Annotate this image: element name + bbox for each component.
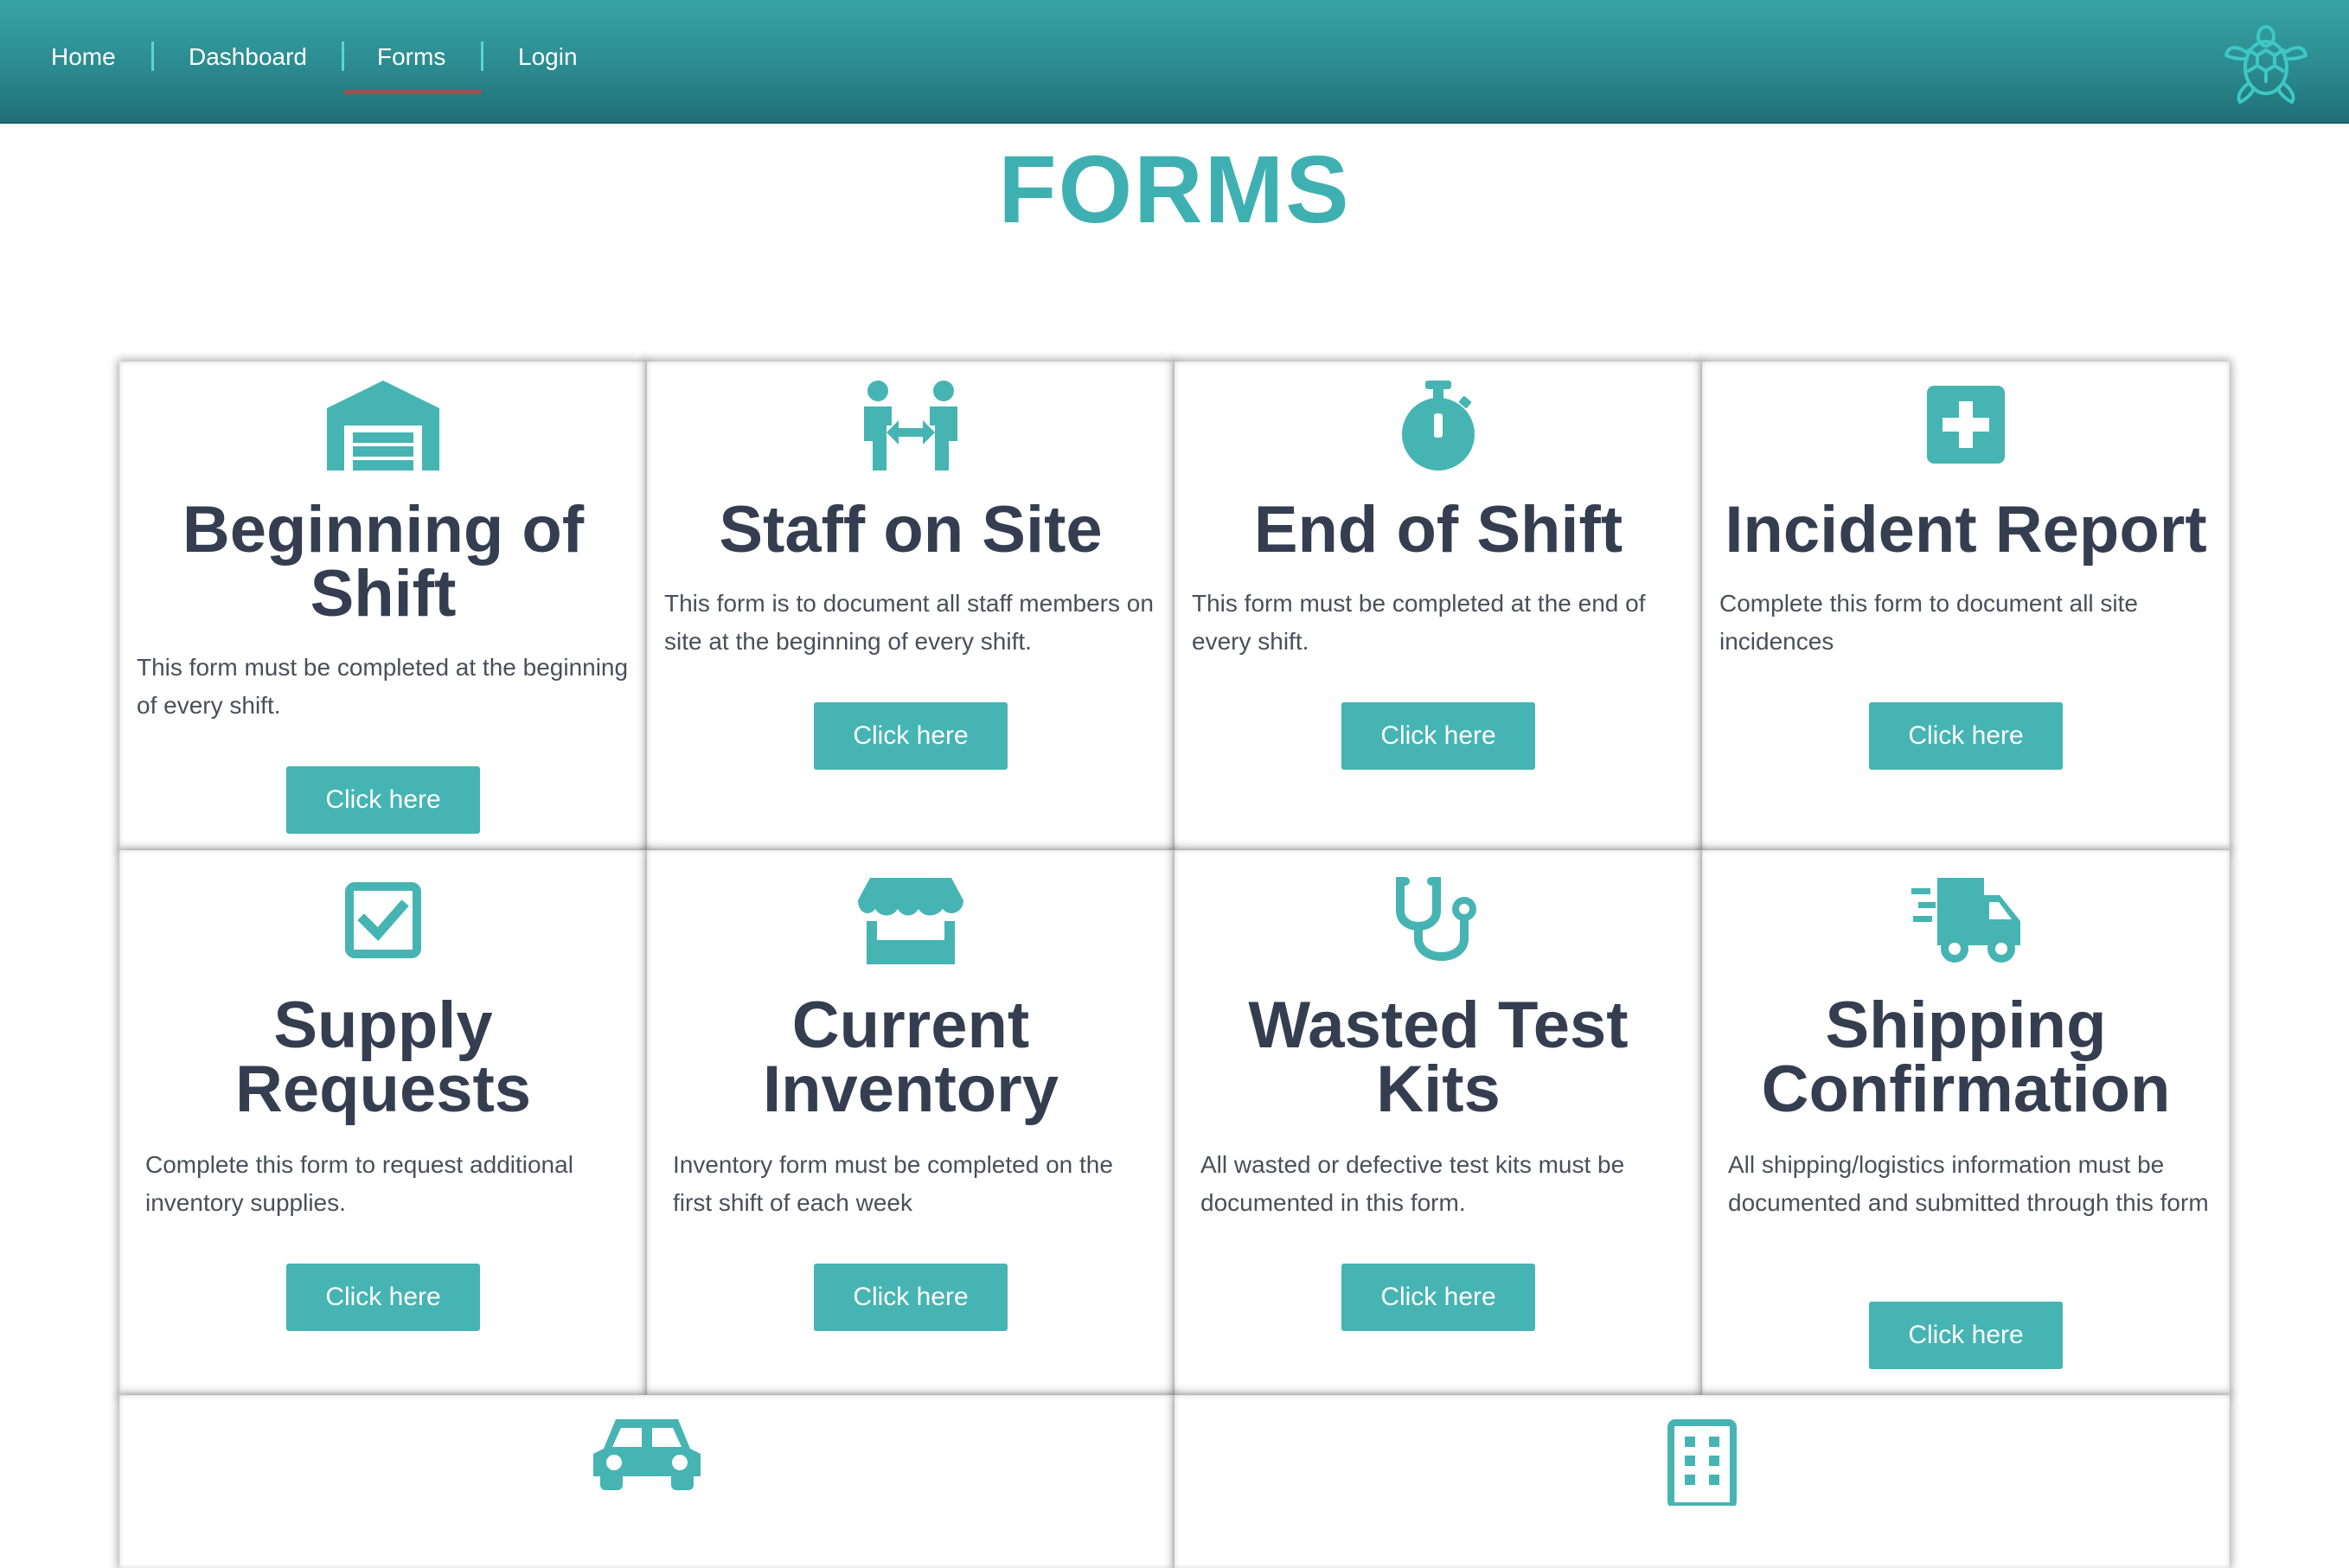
form-card-staff-on-site: Staff on Site This form is to document a… (647, 362, 1174, 850)
nav-separator (151, 42, 154, 71)
shipping-truck-icon (1702, 878, 2230, 964)
click-here-button[interactable]: Click here (814, 702, 1008, 770)
form-card-supply-requests: Supply Requests Complete this form to re… (119, 850, 647, 1395)
form-card-current-inventory: Current Inventory Inventory form must be… (647, 850, 1174, 1395)
card-description: All shipping/logistics information must … (1728, 1151, 2209, 1216)
click-here-button[interactable]: Click here (286, 1264, 480, 1331)
checkbox-icon (119, 882, 647, 958)
click-here-button[interactable]: Click here (286, 766, 480, 834)
card-description: Complete this form to document all site … (1719, 590, 2138, 655)
form-card-incident-report: Incident Report Complete this form to do… (1702, 362, 2230, 850)
nav-separator (342, 42, 344, 71)
stethoscope-icon (1174, 876, 1702, 966)
card-description: This form is to document all staff membe… (664, 590, 1154, 655)
form-card-end-of-shift: End of Shift This form must be completed… (1174, 362, 1702, 850)
nav-active-indicator (343, 90, 482, 94)
nav-separator (481, 42, 483, 71)
form-card-vehicle (119, 1395, 1174, 1568)
page-title: FORMS (998, 137, 1351, 243)
form-card-building (1174, 1395, 2230, 1568)
card-description: This form must be completed at the end o… (1192, 590, 1646, 655)
click-here-button[interactable]: Click here (1869, 1302, 2063, 1369)
form-card-wasted-test-kits: Wasted Test Kits All wasted or defective… (1174, 850, 1702, 1395)
car-icon (119, 1418, 1174, 1490)
click-here-button[interactable]: Click here (1341, 702, 1535, 770)
card-title: Wasted Test Kits (1248, 989, 1629, 1126)
store-icon (647, 878, 1174, 964)
warehouse-icon (119, 381, 647, 470)
card-title: Shipping Confirmation (1761, 989, 2171, 1126)
click-here-button[interactable]: Click here (814, 1264, 1008, 1331)
card-title: End of Shift (1253, 493, 1623, 566)
turtle-icon[interactable] (2223, 17, 2309, 107)
card-title: Staff on Site (719, 493, 1103, 566)
people-arrows-icon (647, 381, 1174, 470)
card-description: Inventory form must be completed on the … (673, 1151, 1113, 1216)
nav-link-login[interactable]: Login (518, 42, 578, 73)
click-here-button[interactable]: Click here (1341, 1264, 1535, 1331)
card-title: Current Inventory (762, 989, 1059, 1126)
card-description: This form must be completed at the begin… (137, 654, 629, 719)
first-aid-icon (1702, 386, 2230, 464)
card-title: Incident Report (1725, 493, 2207, 566)
form-card-shipping-confirmation: Shipping Confirmation All shipping/logis… (1702, 850, 2230, 1395)
nav-link-dashboard[interactable]: Dashboard (189, 42, 307, 73)
stopwatch-icon (1174, 381, 1702, 470)
nav-link-home[interactable]: Home (51, 42, 116, 73)
card-title: Beginning of Shift (182, 493, 585, 630)
nav-link-forms[interactable]: Forms (377, 42, 445, 73)
card-description: Complete this form to request additional… (145, 1151, 573, 1216)
click-here-button[interactable]: Click here (1869, 702, 2063, 770)
form-card-beginning-of-shift: Beginning of Shift This form must be com… (119, 362, 647, 850)
top-navbar: Home Dashboard Forms Login (0, 0, 2349, 124)
building-icon (1174, 1419, 2230, 1506)
card-title: Supply Requests (234, 989, 532, 1126)
card-description: All wasted or defective test kits must b… (1200, 1151, 1625, 1216)
